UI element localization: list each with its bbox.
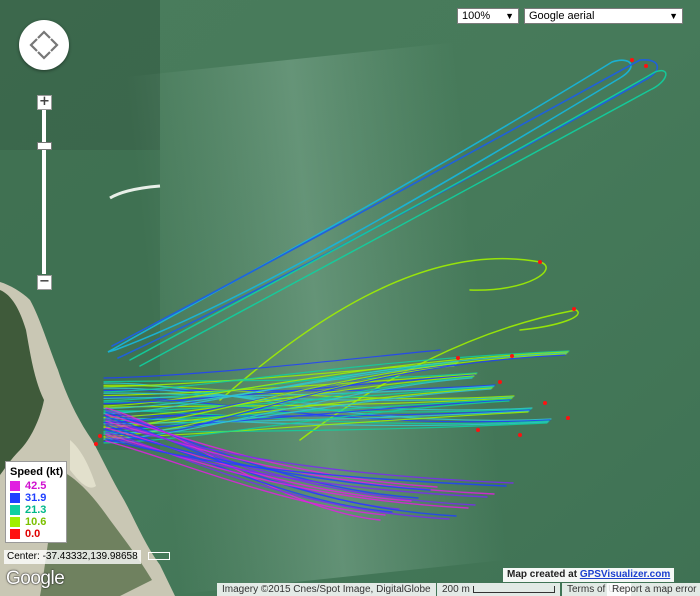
track-stop-point <box>456 356 460 360</box>
zoom-out-icon[interactable]: − <box>37 275 52 290</box>
legend-item: 0.0 <box>10 528 66 540</box>
layer-select-value: Google aerial <box>529 10 595 22</box>
report-error-link[interactable]: Report a map error <box>607 583 700 596</box>
zoom-slider-track[interactable] <box>42 110 46 274</box>
track-stop-point <box>476 428 480 432</box>
scale-label: 200 m <box>442 584 470 595</box>
track-stop-point <box>518 433 522 437</box>
track-stop-point <box>538 260 542 264</box>
legend-swatch <box>10 517 20 527</box>
legend-item: 10.6 <box>10 516 66 528</box>
imagery-credit: Imagery ©2015 Cnes/Spot Image, DigitalGl… <box>217 583 436 596</box>
track-stop-point <box>644 64 648 68</box>
pan-arrows-icon[interactable] <box>19 20 69 70</box>
legend-label: 31.9 <box>25 492 47 504</box>
legend-label: 21.3 <box>25 504 47 516</box>
google-logo: Google <box>6 568 65 589</box>
gpsvisualizer-link[interactable]: GPSVisualizer.com <box>580 569 670 580</box>
map-created-credit: Map created at GPSVisualizer.com <box>503 568 675 582</box>
aerial-map[interactable] <box>0 0 700 596</box>
track-stop-point <box>630 58 634 62</box>
legend-swatch <box>10 481 20 491</box>
track-stop-point <box>566 416 570 420</box>
legend-item: 42.5 <box>10 480 66 492</box>
scale-bar: 200 m <box>437 583 560 596</box>
legend-label: 42.5 <box>25 480 47 492</box>
zoom-slider-handle[interactable] <box>37 142 52 150</box>
map-created-prefix: Map created at <box>507 569 578 580</box>
layer-select[interactable]: Google aerial ▼ <box>524 8 683 24</box>
legend-swatch <box>10 505 20 515</box>
center-coordinates: Center: -37.43332,139.98658 <box>4 550 141 564</box>
track-stop-point <box>543 401 547 405</box>
legend-item: 31.9 <box>10 492 66 504</box>
track-stop-point <box>572 307 576 311</box>
legend-swatch <box>10 493 20 503</box>
speed-legend: Speed (kt) 42.5 31.9 21.3 10.6 0.0 <box>5 461 67 543</box>
dropdown-arrow-icon: ▼ <box>505 11 514 21</box>
legend-label: 10.6 <box>25 516 47 528</box>
legend-title: Speed (kt) <box>10 466 64 478</box>
track-stop-point <box>94 442 98 446</box>
legend-label: 0.0 <box>25 528 41 540</box>
track-stop-point <box>98 434 102 438</box>
zoom-select[interactable]: 100% ▼ <box>457 8 519 24</box>
haze-band <box>125 42 509 595</box>
zoom-in-icon[interactable]: + <box>37 95 52 110</box>
scale-line <box>472 586 555 593</box>
zoom-select-value: 100% <box>462 10 491 22</box>
dropdown-arrow-icon: ▼ <box>669 11 678 21</box>
legend-swatch <box>10 529 20 539</box>
track-stop-point <box>498 380 502 384</box>
mini-scale-icon <box>148 552 170 560</box>
pan-control[interactable] <box>19 20 69 70</box>
track-stop-point <box>510 354 514 358</box>
legend-item: 21.3 <box>10 504 66 516</box>
